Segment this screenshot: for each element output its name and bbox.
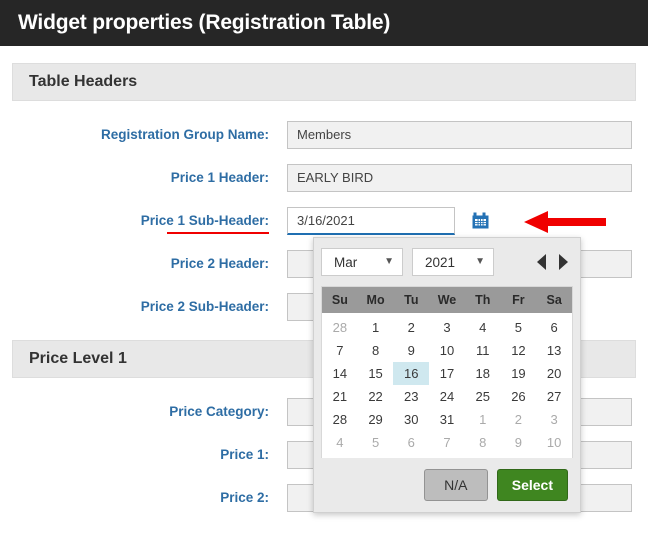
month-select[interactable]: Mar ▼	[321, 248, 403, 276]
calendar-day[interactable]: 24	[429, 385, 465, 408]
calendar-day[interactable]: 9	[393, 339, 429, 362]
calendar-day[interactable]: 3	[429, 316, 465, 339]
input-price-1-sub-header[interactable]: 3/16/2021	[287, 206, 455, 235]
calendar-day[interactable]: 2	[393, 316, 429, 339]
calendar-day[interactable]: 12	[501, 339, 537, 362]
calendar-weekday: Tu	[404, 293, 419, 307]
label-price-1: Price 1:	[220, 447, 269, 462]
calendar-day[interactable]: 28	[322, 316, 358, 339]
calendar-day[interactable]: 4	[322, 431, 358, 454]
calendar-weekday-row: Su Mo Tu We Th Fr Sa	[322, 287, 572, 313]
calendar-day[interactable]: 27	[536, 385, 572, 408]
section-title: Price Level 1	[29, 350, 127, 367]
calendar-day[interactable]: 2	[501, 408, 537, 431]
prev-month-arrow-icon[interactable]	[537, 254, 546, 270]
month-select-value: Mar	[334, 254, 358, 270]
calendar-day[interactable]: 30	[393, 408, 429, 431]
calendar-day[interactable]: 10	[536, 431, 572, 454]
calendar-day[interactable]: 10	[429, 339, 465, 362]
na-button[interactable]: N/A	[423, 469, 488, 501]
calendar-day[interactable]: 15	[358, 362, 394, 385]
label-price-category: Price Category:	[169, 404, 269, 419]
calendar-day[interactable]: 6	[536, 316, 572, 339]
calendar-day[interactable]: 25	[465, 385, 501, 408]
calendar-day[interactable]: 1	[358, 316, 394, 339]
window-title: Widget properties (Registration Table)	[18, 11, 391, 34]
calendar-day[interactable]: 20	[536, 362, 572, 385]
label-registration-group-name: Registration Group Name:	[100, 127, 269, 142]
calendar-day-grid: 28 1 2 3 4 5 6 7 8 9 10 11 12 13 14 15 16 17 18 19 20 21 22 23 2…	[322, 313, 572, 458]
calendar-day[interactable]: 23	[393, 385, 429, 408]
calendar-day[interactable]: 21	[322, 385, 358, 408]
calendar-day[interactable]: 18	[465, 362, 501, 385]
label-price-1-header: Price 1 Header:	[170, 170, 269, 185]
next-month-arrow-icon[interactable]	[559, 254, 568, 270]
form-row-registration-group-name: Registration Group Name: Members	[0, 113, 648, 156]
calendar-weekday: Su	[331, 293, 348, 307]
datepicker-nav-group	[537, 254, 573, 270]
calendar-day[interactable]: 26	[501, 385, 537, 408]
input-price-1-header[interactable]: EARLY BIRD	[287, 163, 632, 192]
datepicker-popup[interactable]: Mar ▼ 2021 ▼ Su Mo Tu We Th Fr Sa 28 1 2 3 4 5 6 7 8 9 1…	[313, 237, 581, 513]
year-select[interactable]: 2021 ▼	[412, 248, 494, 276]
calendar-day[interactable]: 17	[429, 362, 465, 385]
calendar-day[interactable]: 31	[429, 408, 465, 431]
calendar-day[interactable]: 9	[501, 431, 537, 454]
window-titlebar: Widget properties (Registration Table)	[0, 0, 648, 46]
section-title: Table Headers	[29, 73, 138, 90]
calendar-weekday: Th	[475, 293, 491, 307]
select-button[interactable]: Select	[496, 469, 568, 501]
calendar-icon[interactable]	[472, 212, 490, 230]
calendar-day[interactable]: 22	[358, 385, 394, 408]
calendar-day[interactable]: 7	[429, 431, 465, 454]
chevron-down-icon: ▼	[384, 256, 394, 267]
calendar-weekday: We	[437, 293, 457, 307]
calendar-weekday: Fr	[512, 293, 525, 307]
form-row-price-1-header: Price 1 Header: EARLY BIRD	[0, 156, 648, 199]
calendar-day[interactable]: 28	[322, 408, 358, 431]
calendar-day[interactable]: 29	[358, 408, 394, 431]
calendar-day[interactable]: 8	[465, 431, 501, 454]
calendar-weekday: Sa	[546, 293, 562, 307]
calendar-day[interactable]: 8	[358, 339, 394, 362]
datepicker-header: Mar ▼ 2021 ▼	[321, 247, 573, 277]
calendar-day-selected[interactable]: 16	[393, 362, 430, 385]
year-select-value: 2021	[425, 254, 456, 270]
calendar-day[interactable]: 5	[501, 316, 537, 339]
label-price-2-header: Price 2 Header:	[170, 256, 269, 271]
label-price-2-sub-header: Price 2 Sub-Header:	[140, 299, 269, 314]
datepicker-footer: N/A Select	[321, 458, 573, 512]
calendar-day[interactable]: 11	[465, 339, 501, 362]
label-price-1-sub-header: Price 1 Sub-Header:	[0, 213, 287, 234]
calendar-day[interactable]: 13	[536, 339, 572, 362]
calendar-day[interactable]: 3	[536, 408, 572, 431]
calendar-day[interactable]: 6	[393, 431, 429, 454]
calendar-day[interactable]: 1	[465, 408, 501, 431]
calendar-day[interactable]: 7	[322, 339, 358, 362]
calendar-day[interactable]: 19	[501, 362, 537, 385]
section-header-table-headers: Table Headers	[12, 63, 636, 101]
calendar-day[interactable]: 5	[358, 431, 394, 454]
input-registration-group-name[interactable]: Members	[287, 120, 632, 149]
chevron-down-icon: ▼	[475, 256, 485, 267]
calendar-grid: Su Mo Tu We Th Fr Sa 28 1 2 3 4 5 6 7 8 9 10 11 12 13 14 15 16…	[321, 286, 573, 458]
calendar-day[interactable]: 14	[322, 362, 358, 385]
calendar-weekday: Mo	[366, 293, 385, 307]
label-price-2: Price 2:	[220, 490, 269, 505]
form-row-price-1-sub-header: Price 1 Sub-Header: 3/16/2021	[0, 199, 648, 242]
calendar-day[interactable]: 4	[465, 316, 501, 339]
